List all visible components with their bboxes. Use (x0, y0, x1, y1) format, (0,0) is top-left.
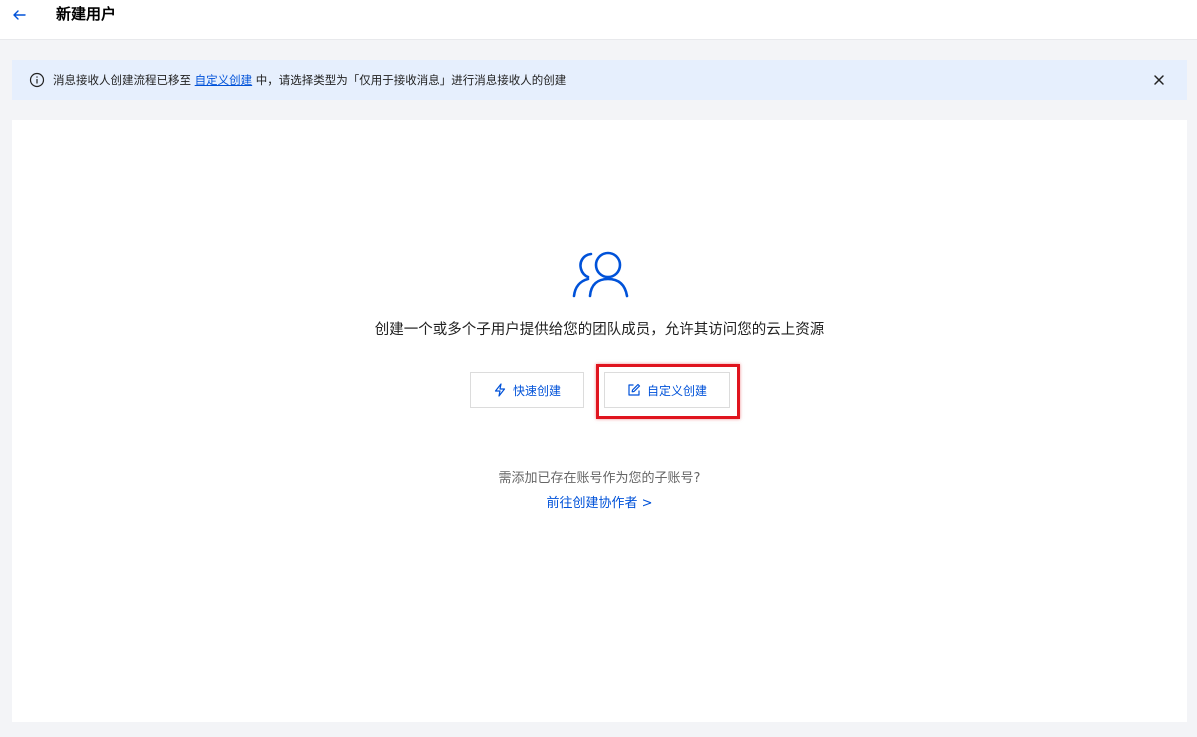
notice-text-after: 中，请选择类型为「仅用于接收消息」进行消息接收人的创建 (252, 73, 567, 87)
page-title: 新建用户 (56, 5, 117, 23)
custom-create-button[interactable]: 自定义创建 (604, 372, 730, 408)
users-icon (572, 251, 629, 298)
lightning-icon (494, 383, 506, 397)
info-icon (29, 72, 45, 88)
close-icon[interactable] (1151, 72, 1167, 88)
main-description: 创建一个或多个子用户提供给您的团队成员，允许其访问您的云上资源 (374, 322, 825, 338)
quick-create-label: 快速创建 (512, 383, 561, 398)
notice-custom-create-link[interactable]: 自定义创建 (195, 73, 253, 87)
custom-create-label: 自定义创建 (646, 383, 707, 398)
arrow-left-icon (13, 10, 26, 20)
notice-text-before: 消息接收人创建流程已移至 (53, 73, 195, 87)
create-collaborator-link[interactable]: 前往创建协作者 > (12, 495, 1187, 513)
back-button[interactable] (8, 4, 30, 26)
main-card: 创建一个或多个子用户提供给您的团队成员，允许其访问您的云上资源 快速创建 自定义… (12, 120, 1187, 722)
edit-icon (628, 383, 641, 396)
existing-account-question: 需添加已存在账号作为您的子账号? (498, 471, 701, 486)
notice-text: 消息接收人创建流程已移至 自定义创建 中，请选择类型为「仅用于接收消息」进行消息… (53, 71, 566, 89)
notice-banner: 消息接收人创建流程已移至 自定义创建 中，请选择类型为「仅用于接收消息」进行消息… (12, 60, 1187, 100)
quick-create-button[interactable]: 快速创建 (470, 372, 584, 408)
page-header: 新建用户 (0, 0, 1197, 40)
